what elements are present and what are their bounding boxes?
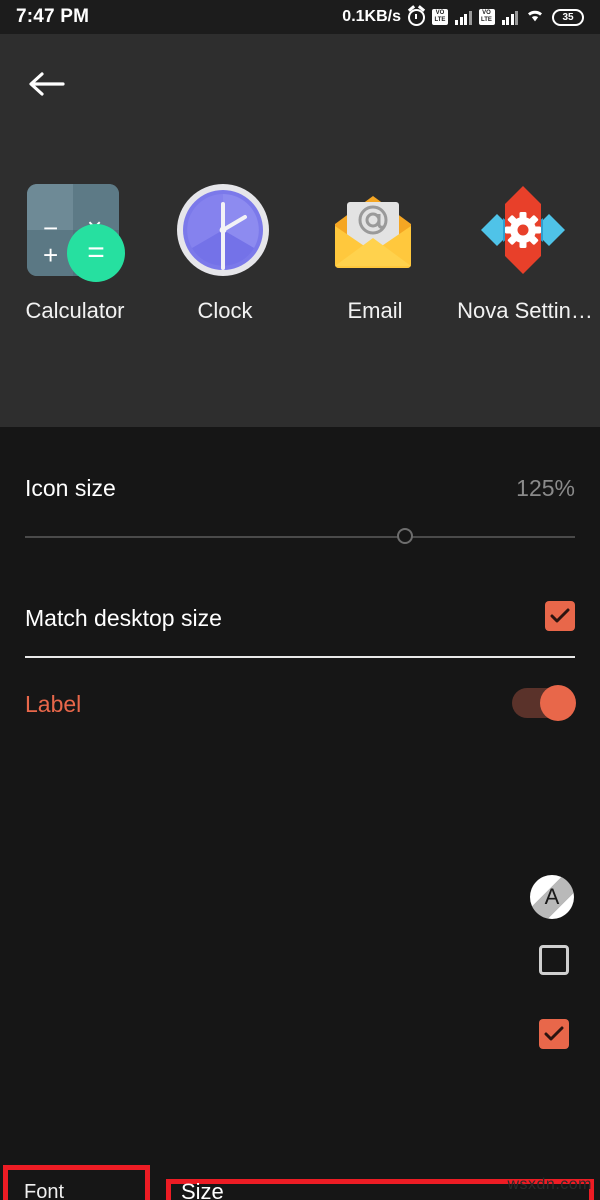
settings-panel: Icon size 125% Match desktop size Label bbox=[0, 427, 600, 1200]
email-icon bbox=[327, 184, 423, 280]
alarm-clock-icon bbox=[408, 8, 425, 26]
calculator-equals-glyph: = bbox=[87, 236, 105, 269]
network-speed-text: 0.1KB/s bbox=[342, 8, 401, 25]
app-label-email: Email bbox=[347, 298, 403, 323]
app-item-nova-settings[interactable]: Nova Settin… bbox=[457, 184, 593, 324]
font-dropdown-header[interactable]: Font bbox=[10, 1174, 143, 1200]
clock-icon bbox=[177, 184, 273, 280]
match-desktop-size-checkbox[interactable] bbox=[545, 601, 575, 631]
label-toggle-knob bbox=[540, 685, 576, 721]
app-label-nova-settings: Nova Settin… bbox=[457, 298, 593, 323]
volte-sim1-top: VO bbox=[435, 10, 445, 16]
signal-bars-sim1-icon bbox=[455, 9, 472, 25]
font-color-swatch[interactable]: A bbox=[530, 875, 574, 919]
section-divider bbox=[25, 656, 575, 658]
calculator-icon: − × + = bbox=[27, 184, 125, 282]
icon-size-label: Icon size bbox=[25, 475, 116, 501]
back-button[interactable] bbox=[24, 62, 68, 106]
status-bar-icons: 0.1KB/s VO LTE VO LTE 35 bbox=[342, 7, 584, 27]
calculator-equals-badge: = bbox=[67, 224, 125, 282]
icon-size-slider-track[interactable] bbox=[25, 536, 575, 538]
label-row-label: Label bbox=[25, 691, 82, 717]
app-label-clock: Clock bbox=[197, 298, 253, 323]
app-label-calculator: Calculator bbox=[25, 298, 125, 323]
volte-sim2-bottom: LTE bbox=[481, 17, 492, 23]
size-label: Size bbox=[181, 1179, 224, 1200]
icon-size-slider-thumb[interactable] bbox=[396, 528, 413, 544]
icon-preview-panel: − × + = Calculator bbox=[0, 34, 600, 427]
font-color-swatch-letter: A bbox=[544, 884, 560, 909]
battery-indicator: 35 bbox=[552, 8, 584, 26]
wifi-icon bbox=[525, 7, 545, 27]
shadow-option-checkbox[interactable] bbox=[539, 945, 569, 975]
app-item-clock[interactable]: Clock bbox=[160, 184, 290, 324]
status-bar-clock: 7:47 PM bbox=[16, 6, 90, 27]
volte-sim1-bottom: LTE bbox=[434, 17, 446, 23]
app-item-calculator[interactable]: − × + = Calculator bbox=[10, 184, 140, 324]
phone-screen: 7:47 PM 0.1KB/s VO LTE VO LTE 35 − + = C… bbox=[0, 0, 600, 1200]
checkmark-icon bbox=[550, 608, 570, 623]
volte-sim1-icon: VO LTE bbox=[432, 9, 448, 25]
single-line-option-checkbox[interactable] bbox=[539, 1019, 569, 1049]
back-arrow-icon bbox=[29, 72, 65, 96]
icon-size-value: 125% bbox=[516, 475, 575, 501]
match-desktop-size-label: Match desktop size bbox=[25, 605, 222, 631]
battery-level-text: 35 bbox=[562, 11, 574, 23]
calculator-plus-glyph: + bbox=[43, 240, 59, 270]
label-toggle-switch[interactable] bbox=[512, 685, 576, 721]
font-dropdown-header-label: Font bbox=[24, 1180, 65, 1200]
app-preview-row: − × + = Calculator bbox=[0, 184, 600, 324]
app-item-email[interactable]: Email bbox=[310, 184, 440, 324]
status-bar: 7:47 PM 0.1KB/s VO LTE VO LTE 35 bbox=[0, 0, 600, 34]
volte-sim2-top: VO bbox=[482, 10, 491, 16]
checkmark-icon bbox=[544, 1026, 564, 1041]
calculator-minus-glyph: − bbox=[43, 213, 59, 243]
watermark-text: wsxdn.com bbox=[507, 1176, 592, 1193]
signal-bars-sim2-icon bbox=[501, 9, 518, 25]
nova-settings-icon bbox=[477, 184, 573, 280]
volte-sim2-icon: VO LTE bbox=[478, 9, 495, 25]
